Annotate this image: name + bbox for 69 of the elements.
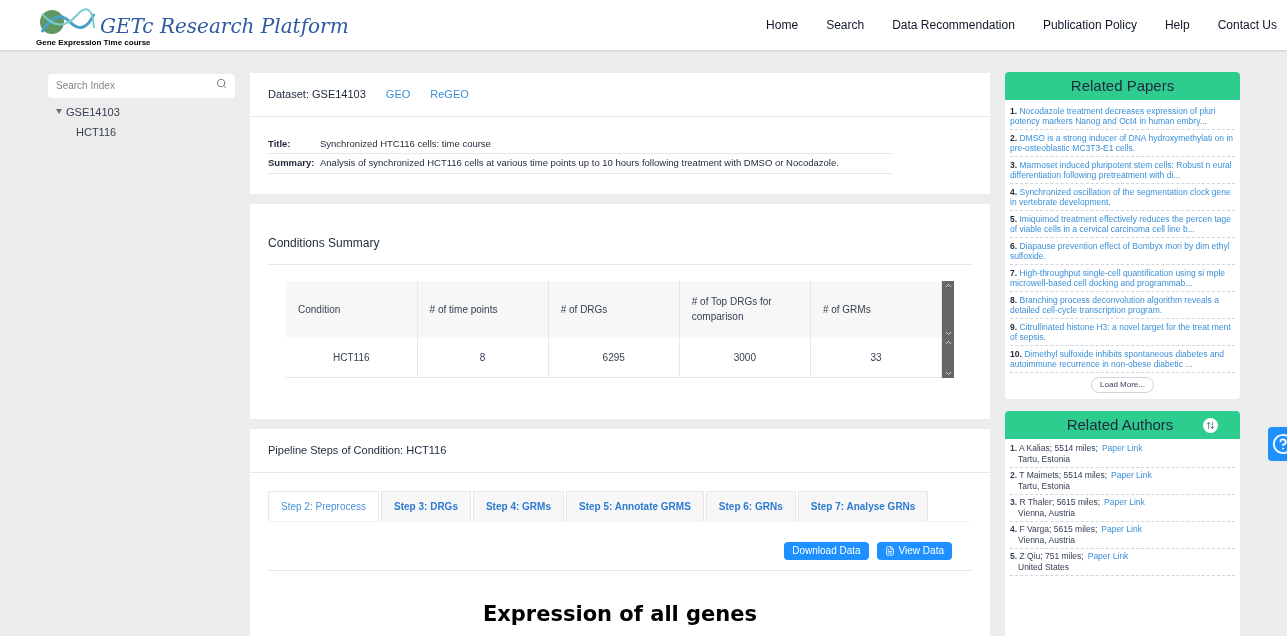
paper-link[interactable]: 2. DMSO is a strong inducer of DNA hydroxymethylati on in pre-osteoblastic MC3T3-E1 cells. xyxy=(1010,130,1235,157)
paper-link[interactable]: 3. Marmoset induced pluripotent stem cells: Robust n eural differentiation following pretreatment with di... xyxy=(1010,157,1235,184)
paper-link[interactable]: Paper Link xyxy=(1101,443,1143,454)
dataset-link[interactable]: GEO xyxy=(385,86,411,103)
field-value: Analysis of synchronized HCT116 cells at various time points up to 10 hours following treatment with DMSO or Nocodazole. xyxy=(320,156,839,171)
paper-link[interactable]: 6. Diapause prevention effect of Bombyx mori by dim ethyl sulfoxide. xyxy=(1010,238,1235,265)
author-name: 4. F Varga; 5615 miles; xyxy=(1010,524,1098,535)
scrollbar[interactable] xyxy=(942,337,954,378)
author-location: United States xyxy=(1017,562,1071,573)
paper-link[interactable]: 1. Nocodazole treatment decreases expression of pluri potency markers Nanog and Oct4 in human embry... xyxy=(1010,103,1235,130)
step-tab[interactable]: Step 4: GRMs xyxy=(472,490,564,521)
author-name: 3. R Thaler; 5615 miles; xyxy=(1010,497,1101,508)
author-location: Vienna, Austria xyxy=(1017,508,1077,519)
field-value: Synchronized HTC116 cells: time course xyxy=(320,137,491,151)
table-cell: 3000 xyxy=(679,337,811,378)
nav-link[interactable]: Help xyxy=(1164,16,1190,34)
author-name: 2. T Maimets; 5514 miles; xyxy=(1010,470,1108,481)
field-label: Title: xyxy=(268,137,292,151)
paper-link[interactable]: Paper Link xyxy=(1087,551,1129,562)
column-header: # of Top DRGs for comparison xyxy=(679,280,811,338)
section-heading: Conditions Summary xyxy=(268,233,972,265)
author-location: Tartu, Estonia xyxy=(1017,481,1071,492)
scrollbar[interactable] xyxy=(942,280,954,338)
paper-link[interactable]: 9. Citrullinated histone H3: a novel target for the treat ment of sepsis. xyxy=(1010,319,1235,346)
paper-link[interactable]: 5. Imiquimod treatment effectively reduces the percen tage of viable cells in a cervical carcinoma cell line b... xyxy=(1010,211,1235,238)
document-icon xyxy=(884,545,895,556)
paper-link[interactable]: 10. Dimethyl sulfoxide inhibits spontaneous diabetes and autoimmune recurrence in non-obese diabetic ... xyxy=(1010,346,1235,373)
logo-title: GETc Research Platform xyxy=(100,13,349,38)
search-icon xyxy=(216,78,227,89)
figure-title: Expression of all genes xyxy=(481,600,759,628)
step-tab[interactable]: Step 6: GRNs xyxy=(705,490,796,521)
column-header: # of GRMs xyxy=(810,280,942,338)
nav-link[interactable]: Data Recommendation xyxy=(892,16,1015,34)
panel-title: Related Authors xyxy=(1066,414,1174,435)
paper-link[interactable]: Paper Link xyxy=(1104,497,1145,508)
section-heading: Pipeline Steps of Condition: HCT116 xyxy=(250,428,990,473)
nav-link[interactable]: Search xyxy=(826,16,865,34)
dataset-link[interactable]: ReGEO xyxy=(430,86,469,103)
column-header: # of time points xyxy=(417,280,549,338)
nav-link[interactable]: Contact Us xyxy=(1217,16,1277,34)
author-name: 5. Z Qiu; 751 miles; xyxy=(1010,551,1084,562)
paper-link[interactable]: Paper Link xyxy=(1101,524,1142,535)
author-location: Vienna, Austria xyxy=(1017,535,1077,546)
step-tab[interactable]: Step 3: DRGs xyxy=(381,490,471,521)
table-cell: 33 xyxy=(810,337,942,378)
nav-link[interactable]: Home xyxy=(766,16,799,34)
step-tab[interactable]: Step 7: Analyse GRNs xyxy=(797,490,929,521)
table-cell: 8 xyxy=(417,337,549,378)
paper-link[interactable]: 4. Synchronized oscillation of the segmentation clock gene in vertebrate development. xyxy=(1010,184,1235,211)
panel-header: Related Papers xyxy=(1005,72,1240,100)
step-tab[interactable]: Step 5: Annotate GRMS xyxy=(565,490,704,521)
paper-link[interactable]: Paper Link xyxy=(1111,470,1152,481)
caret-icon[interactable] xyxy=(56,109,62,115)
tree-item[interactable]: GSE14103 xyxy=(66,103,120,120)
nav-link[interactable]: Publication Policy xyxy=(1042,16,1137,34)
field-label: Summary: xyxy=(268,156,316,171)
column-header: Condition xyxy=(286,280,418,338)
dataset-label: Dataset: GSE14103 xyxy=(268,87,366,103)
column-header: # of DRGs xyxy=(548,280,680,338)
author-name: 1. A Kalias; 5514 miles; xyxy=(1010,443,1098,454)
paper-link[interactable]: 8. Branching process deconvolution algorithm reveals a detailed cell-cycle transcription program. xyxy=(1010,292,1235,319)
step-tab[interactable]: Step 2: Preprocess xyxy=(268,490,380,521)
table-cell: 6295 xyxy=(548,337,680,378)
paper-link[interactable]: 7. High-throughput single-cell quantification using si mple microwell-based cell docking and programmab... xyxy=(1010,265,1235,292)
author-location: Tartu, Estonia xyxy=(1017,454,1071,465)
tree-item[interactable]: HCT116 xyxy=(76,124,117,141)
table-cell: HCT116 xyxy=(286,337,418,378)
search-field[interactable]: Search Index xyxy=(48,73,235,98)
sort-icon[interactable] xyxy=(1203,417,1219,433)
